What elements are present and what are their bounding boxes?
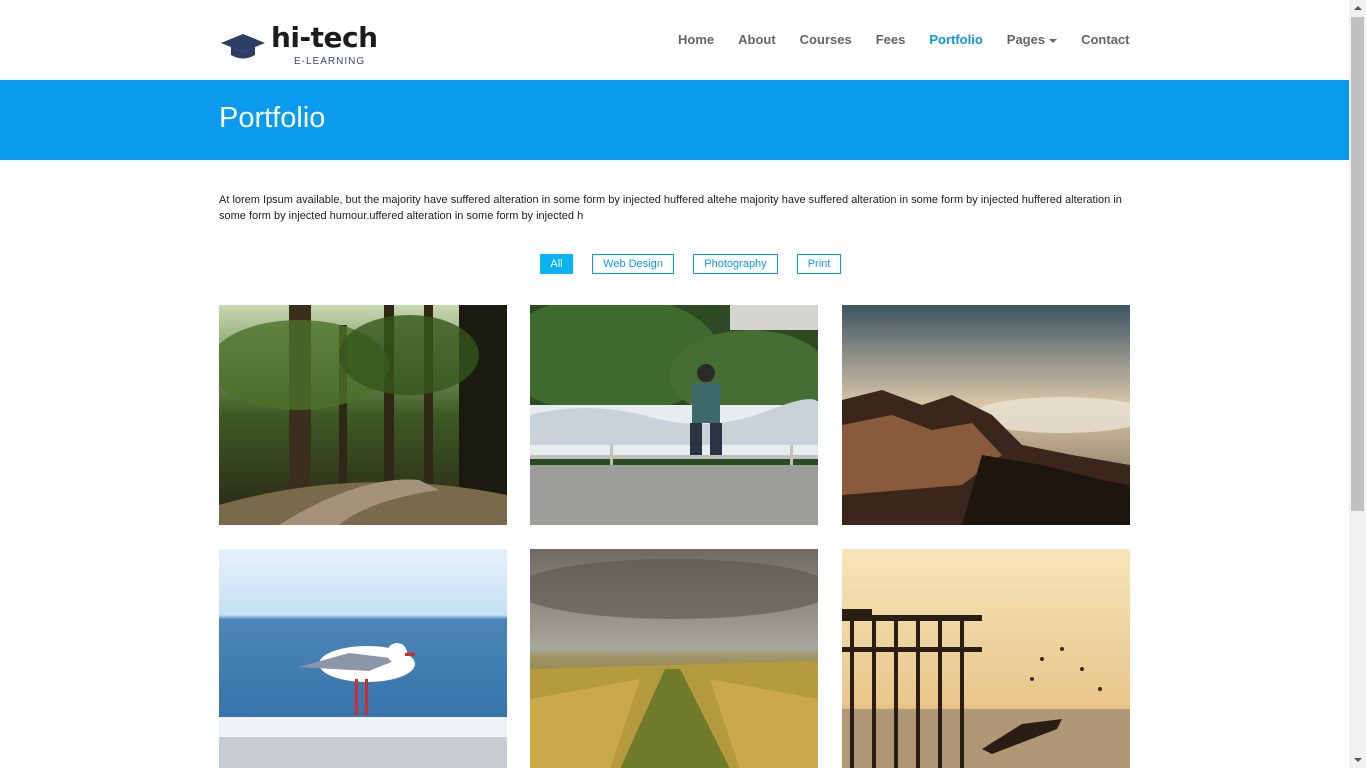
nav-courses[interactable]: Courses	[800, 32, 852, 47]
logo-wordmark: hi-tech	[271, 21, 378, 54]
grass-field-image	[530, 549, 818, 768]
gallery-item-grass-field[interactable]	[530, 549, 818, 768]
filter-photography[interactable]: Photography	[693, 254, 778, 274]
graduation-cap-icon	[221, 34, 265, 59]
scroll-up-arrow-icon[interactable]	[1349, 0, 1366, 17]
caret-down-icon	[1049, 38, 1058, 43]
filter-web-design[interactable]: Web Design	[592, 254, 674, 274]
page-scrollbar[interactable]	[1349, 0, 1366, 768]
site-logo[interactable]: hi-tech E-LEARNING	[221, 21, 381, 70]
nav-pages[interactable]: Pages	[1006, 32, 1058, 47]
main-nav: Home About Courses Fees Portfolio Pages …	[678, 32, 1129, 47]
nav-about[interactable]: About	[738, 32, 776, 47]
page-banner: Portfolio	[0, 80, 1349, 160]
nav-contact[interactable]: Contact	[1081, 32, 1129, 47]
gallery-item-seagull[interactable]	[219, 549, 507, 768]
site-header: hi-tech E-LEARNING Home About Courses Fe…	[0, 0, 1349, 80]
man-by-river-image	[530, 305, 818, 525]
ruined-pier-image	[842, 549, 1130, 768]
nav-fees[interactable]: Fees	[876, 32, 906, 47]
portfolio-filters: All Web Design Photography Print	[0, 254, 1349, 274]
gallery-item-rocky-cliff[interactable]	[842, 305, 1130, 525]
seagull-image	[219, 549, 507, 768]
gallery-item-man-by-river[interactable]	[530, 305, 818, 525]
filter-all[interactable]: All	[540, 254, 573, 274]
logo-tagline: E-LEARNING	[294, 56, 366, 67]
scroll-down-arrow-icon[interactable]	[1349, 751, 1366, 768]
scroll-thumb[interactable]	[1351, 17, 1364, 511]
gallery-item-ruined-pier[interactable]	[842, 549, 1130, 768]
nav-portfolio[interactable]: Portfolio	[929, 32, 982, 47]
rocky-cliff-image	[842, 305, 1130, 525]
nav-home[interactable]: Home	[678, 32, 714, 47]
page-title: Portfolio	[219, 102, 326, 134]
nav-pages-label: Pages	[1006, 32, 1046, 47]
filter-print[interactable]: Print	[797, 254, 841, 274]
gallery-item-forest-path[interactable]	[219, 305, 507, 525]
intro-text: At lorem Ipsum available, but the majori…	[219, 194, 1122, 222]
forest-path-image	[219, 305, 507, 525]
